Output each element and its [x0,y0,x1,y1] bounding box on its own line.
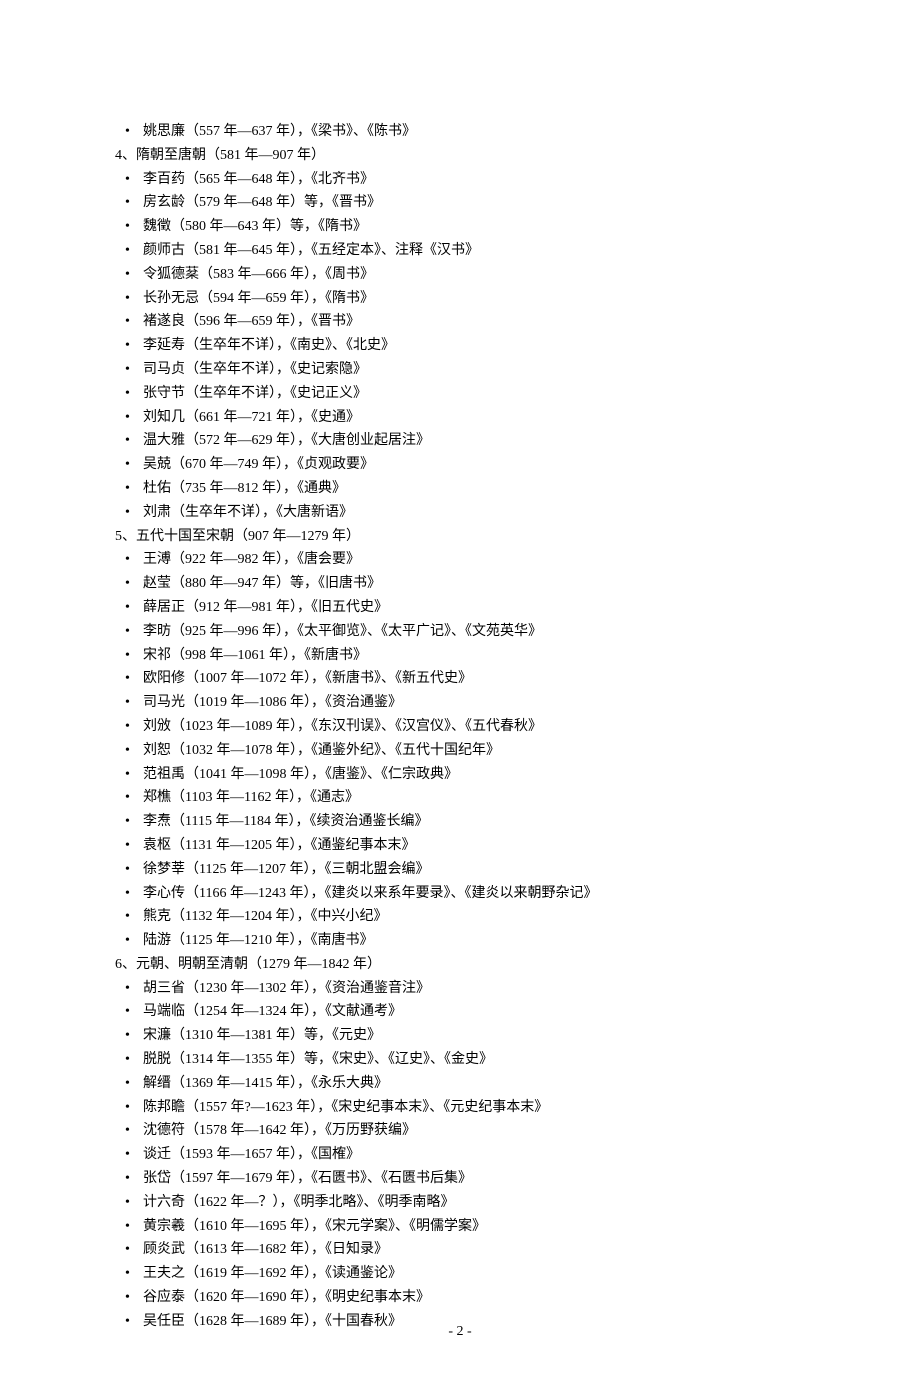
list-item: 宋祁（998 年—1061 年），《新唐书》 [115,644,805,668]
list-item: 褚遂良（596 年—659 年），《晋书》 [115,310,805,334]
list-item: 解缙（1369 年—1415 年），《永乐大典》 [115,1072,805,1096]
list-item: 计六奇（1622 年—？），《明季北略》、《明季南略》 [115,1191,805,1215]
list-item: 王夫之（1619 年—1692 年），《读通鉴论》 [115,1262,805,1286]
list-item: 宋濂（1310 年—1381 年）等，《元史》 [115,1024,805,1048]
bullet-list: 胡三省（1230 年—1302 年），《资治通鉴音注》马端临（1254 年—13… [115,977,805,1334]
list-item: 魏徵（580 年—643 年）等，《隋书》 [115,215,805,239]
list-item: 司马光（1019 年—1086 年），《资治通鉴》 [115,691,805,715]
section-heading: 6、元朝、明朝至清朝（1279 年—1842 年） [115,953,805,977]
list-item: 李百药（565 年—648 年），《北齐书》 [115,168,805,192]
list-item: 刘肃（生卒年不详），《大唐新语》 [115,501,805,525]
list-item: 吴兢（670 年—749 年），《贞观政要》 [115,453,805,477]
list-item: 司马贞（生卒年不详），《史记索隐》 [115,358,805,382]
list-item: 陆游（1125 年—1210 年），《南唐书》 [115,929,805,953]
list-item: 沈德符（1578 年—1642 年），《万历野获编》 [115,1119,805,1143]
list-item: 欧阳修（1007 年—1072 年），《新唐书》、《新五代史》 [115,667,805,691]
list-item: 温大雅（572 年—629 年），《大唐创业起居注》 [115,429,805,453]
list-item: 马端临（1254 年—1324 年），《文献通考》 [115,1000,805,1024]
bullet-list: 王溥（922 年—982 年），《唐会要》赵莹（880 年—947 年）等，《旧… [115,548,805,953]
list-item: 张守节（生卒年不详），《史记正义》 [115,382,805,406]
list-item: 长孙无忌（594 年—659 年），《隋书》 [115,287,805,311]
list-item: 徐梦莘（1125 年—1207 年），《三朝北盟会编》 [115,858,805,882]
list-item: 颜师古（581 年—645 年），《五经定本》、注释《汉书》 [115,239,805,263]
list-item: 李延寿（生卒年不详），《南史》、《北史》 [115,334,805,358]
list-item: 胡三省（1230 年—1302 年），《资治通鉴音注》 [115,977,805,1001]
list-item: 刘恕（1032 年—1078 年），《通鉴外纪》、《五代十国纪年》 [115,739,805,763]
section-heading: 4、隋朝至唐朝（581 年—907 年） [115,144,805,168]
list-item: 熊克（1132 年—1204 年），《中兴小纪》 [115,905,805,929]
list-item: 李焘（1115 年—1184 年），《续资治通鉴长编》 [115,810,805,834]
list-item: 顾炎武（1613 年—1682 年），《日知录》 [115,1238,805,1262]
bullet-list: 姚思廉（557 年—637 年），《梁书》、《陈书》 [115,120,805,144]
list-item: 郑樵（1103 年—1162 年），《通志》 [115,786,805,810]
list-item: 张岱（1597 年—1679 年），《石匮书》、《石匮书后集》 [115,1167,805,1191]
list-item: 脱脱（1314 年—1355 年）等，《宋史》、《辽史》、《金史》 [115,1048,805,1072]
list-item: 袁枢（1131 年—1205 年），《通鉴纪事本末》 [115,834,805,858]
list-item: 黄宗羲（1610 年—1695 年），《宋元学案》、《明儒学案》 [115,1215,805,1239]
content-body: 姚思廉（557 年—637 年），《梁书》、《陈书》4、隋朝至唐朝（581 年—… [115,120,805,1334]
bullet-list: 李百药（565 年—648 年），《北齐书》房玄龄（579 年—648 年）等，… [115,168,805,525]
list-item: 陈邦瞻（1557 年?—1623 年），《宋史纪事本末》、《元史纪事本末》 [115,1096,805,1120]
list-item: 王溥（922 年—982 年），《唐会要》 [115,548,805,572]
list-item: 刘知几（661 年—721 年），《史通》 [115,406,805,430]
list-item: 令狐德棻（583 年—666 年），《周书》 [115,263,805,287]
list-item: 谷应泰（1620 年—1690 年），《明史纪事本末》 [115,1286,805,1310]
list-item: 刘攽（1023 年—1089 年），《东汉刊误》、《汉宫仪》、《五代春秋》 [115,715,805,739]
document-page: 姚思廉（557 年—637 年），《梁书》、《陈书》4、隋朝至唐朝（581 年—… [0,0,920,1394]
list-item: 范祖禹（1041 年—1098 年），《唐鉴》、《仁宗政典》 [115,763,805,787]
list-item: 谈迁（1593 年—1657 年），《国榷》 [115,1143,805,1167]
list-item: 房玄龄（579 年—648 年）等，《晋书》 [115,191,805,215]
page-number: - 2 - [0,1320,920,1344]
list-item: 姚思廉（557 年—637 年），《梁书》、《陈书》 [115,120,805,144]
list-item: 薛居正（912 年—981 年），《旧五代史》 [115,596,805,620]
list-item: 杜佑（735 年—812 年），《通典》 [115,477,805,501]
list-item: 李昉（925 年—996 年），《太平御览》、《太平广记》、《文苑英华》 [115,620,805,644]
section-heading: 5、五代十国至宋朝（907 年—1279 年） [115,525,805,549]
list-item: 李心传（1166 年—1243 年），《建炎以来系年要录》、《建炎以来朝野杂记》 [115,882,805,906]
list-item: 赵莹（880 年—947 年）等，《旧唐书》 [115,572,805,596]
